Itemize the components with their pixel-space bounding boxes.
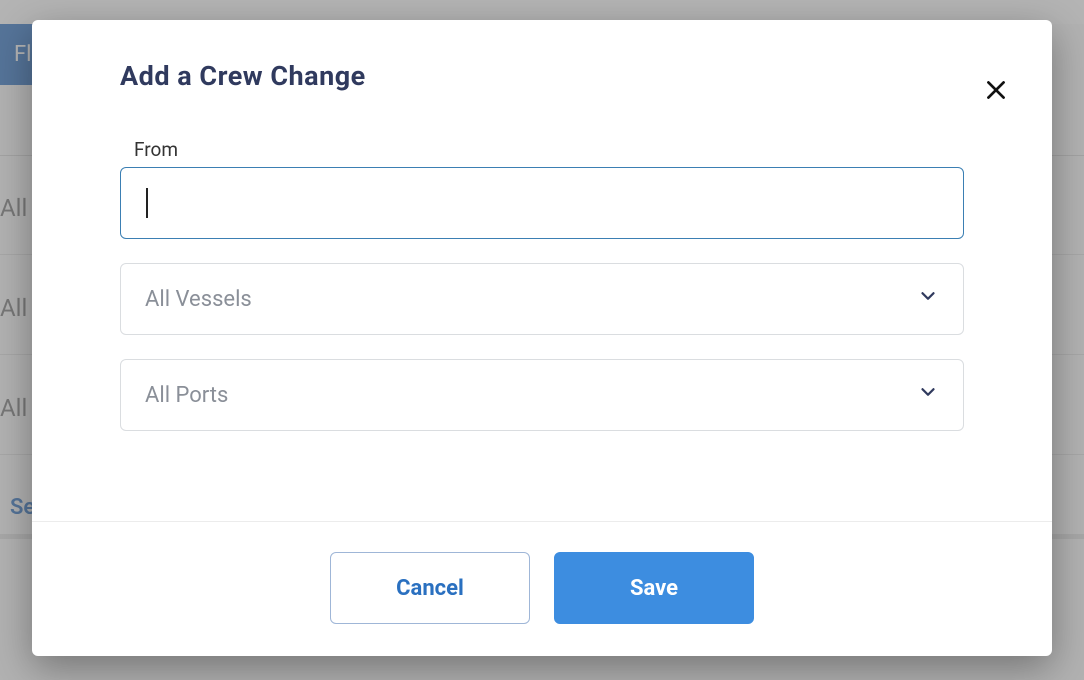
close-icon xyxy=(983,77,1009,103)
cancel-button[interactable]: Cancel xyxy=(330,552,530,624)
chevron-down-icon xyxy=(917,285,939,313)
modal-body: From All Vessels All Ports xyxy=(32,98,1052,479)
vessel-selected-label: All Vessels xyxy=(145,287,252,312)
close-button[interactable] xyxy=(978,72,1014,108)
text-cursor xyxy=(146,188,148,218)
from-input-wrap xyxy=(120,167,964,239)
cancel-button-label: Cancel xyxy=(396,576,464,601)
modal-footer: Cancel Save xyxy=(32,521,1052,656)
chevron-down-icon xyxy=(917,381,939,409)
add-crew-change-modal: Add a Crew Change From All Vessels All P… xyxy=(32,20,1052,656)
modal-title: Add a Crew Change xyxy=(32,20,1052,98)
from-label: From xyxy=(134,138,964,161)
save-button[interactable]: Save xyxy=(554,552,754,624)
save-button-label: Save xyxy=(630,576,678,601)
from-input[interactable] xyxy=(120,167,964,239)
port-dropdown[interactable]: All Ports xyxy=(120,359,964,431)
vessel-dropdown[interactable]: All Vessels xyxy=(120,263,964,335)
port-selected-label: All Ports xyxy=(145,383,228,408)
